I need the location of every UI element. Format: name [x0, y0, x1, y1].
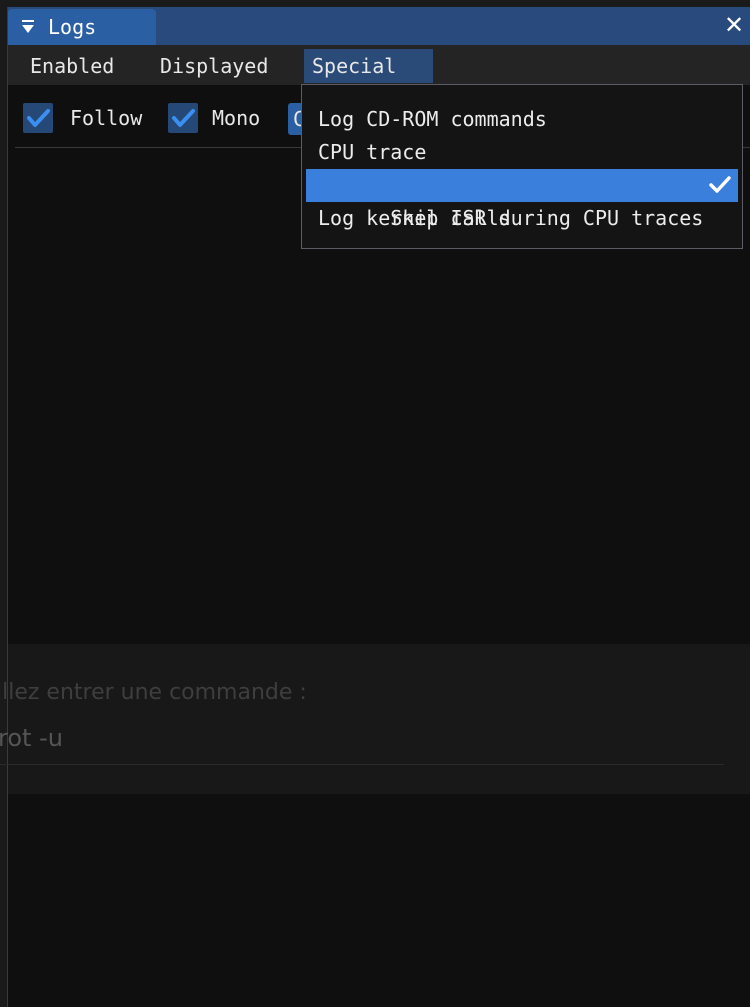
- menu-special[interactable]: Special: [304, 49, 433, 83]
- collapse-triangle-icon[interactable]: [18, 17, 38, 37]
- menu-item-skip-isr[interactable]: Skip ISR during CPU traces: [306, 169, 738, 230]
- mono-label: Mono: [212, 106, 261, 130]
- menu-item-log-kernel-calls[interactable]: Log kernel calls: [306, 202, 738, 235]
- console-overlay: illez entrer une commande : rot -u: [0, 644, 750, 794]
- special-menu-dropdown: Log CD-ROM commands CPU trace Skip ISR d…: [301, 84, 743, 249]
- menu-bar: Enabled Displayed Special: [8, 45, 750, 85]
- title-tab[interactable]: Logs: [8, 9, 156, 45]
- console-prompt-text: illez entrer une commande :: [0, 680, 307, 705]
- title-bar[interactable]: Logs ✕: [8, 7, 750, 45]
- menu-item-cpu-trace[interactable]: CPU trace: [306, 136, 738, 169]
- logs-window: Logs ✕ Enabled Displayed Special Follow …: [0, 7, 750, 1007]
- close-icon[interactable]: ✕: [721, 11, 747, 39]
- checkmark-icon: [27, 109, 50, 127]
- mono-checkbox[interactable]: [168, 103, 198, 133]
- console-input-value: rot -u: [0, 724, 63, 752]
- checkmark-icon: [709, 176, 731, 193]
- follow-label: Follow: [70, 106, 143, 130]
- checkmark-icon: [172, 109, 195, 127]
- window-title: Logs: [48, 15, 97, 39]
- menu-displayed[interactable]: Displayed: [152, 49, 276, 83]
- console-input[interactable]: rot -u: [0, 716, 724, 765]
- follow-checkbox[interactable]: [23, 103, 53, 133]
- menu-item-log-cdrom-commands[interactable]: Log CD-ROM commands: [306, 103, 738, 136]
- menu-enabled[interactable]: Enabled: [22, 49, 122, 83]
